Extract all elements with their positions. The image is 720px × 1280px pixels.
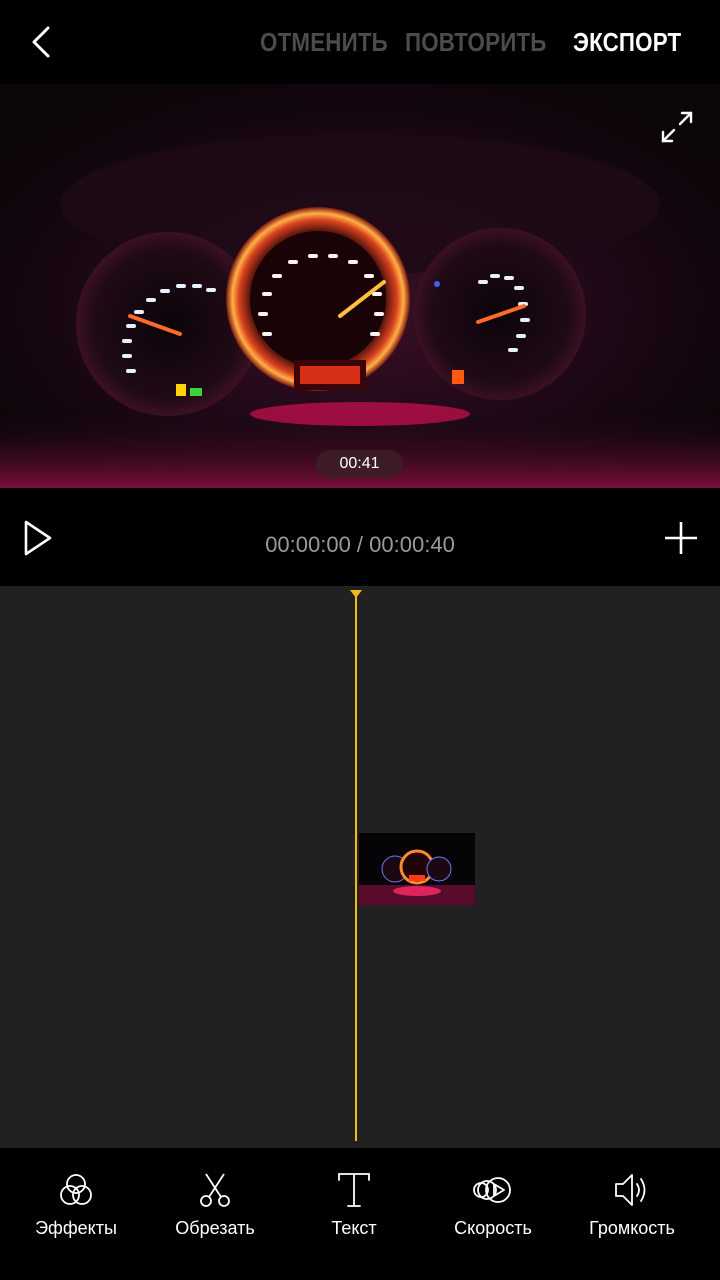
- back-arrow-icon[interactable]: [22, 22, 62, 62]
- text-label: Текст: [331, 1218, 377, 1238]
- timeline[interactable]: [0, 586, 720, 1148]
- volume-button[interactable]: Громкость: [562, 1170, 702, 1260]
- editing-toolbar: Эффекты Обрезать Текст Скорость Громкост…: [0, 1148, 720, 1280]
- top-bar: ОТМЕНИТЬ ПОВТОРИТЬ ЭКСПОРТ: [0, 0, 720, 84]
- playback-controls: 00:00:00 / 00:00:40: [0, 488, 720, 586]
- dashboard-video-frame: [0, 84, 720, 488]
- speed-button[interactable]: Скорость: [423, 1170, 563, 1260]
- text-icon: [338, 1173, 370, 1207]
- effects-icon: [60, 1174, 92, 1205]
- trim-button[interactable]: Обрезать: [145, 1170, 285, 1260]
- add-clip-icon[interactable]: [662, 519, 700, 557]
- undo-button[interactable]: ОТМЕНИТЬ: [260, 27, 388, 58]
- effects-button[interactable]: Эффекты: [6, 1170, 146, 1260]
- clip-duration-badge: 00:41: [316, 450, 403, 478]
- video-clip-thumbnail[interactable]: [359, 833, 475, 905]
- trim-label: Обрезать: [175, 1218, 255, 1238]
- effects-label: Эффекты: [35, 1218, 117, 1238]
- volume-icon: [615, 1174, 646, 1206]
- export-button[interactable]: ЭКСПОРТ: [573, 27, 681, 58]
- volume-label: Громкость: [589, 1218, 675, 1238]
- redo-button[interactable]: ПОВТОРИТЬ: [405, 27, 546, 58]
- playhead[interactable]: [355, 594, 357, 1141]
- playback-timecode: 00:00:00 / 00:00:40: [265, 532, 455, 557]
- speed-label: Скорость: [454, 1218, 532, 1238]
- text-button[interactable]: Текст: [284, 1170, 424, 1260]
- scissors-icon: [200, 1173, 230, 1207]
- fullscreen-icon[interactable]: [656, 106, 698, 148]
- video-preview[interactable]: 00:41: [0, 84, 720, 488]
- speed-icon: [473, 1177, 511, 1203]
